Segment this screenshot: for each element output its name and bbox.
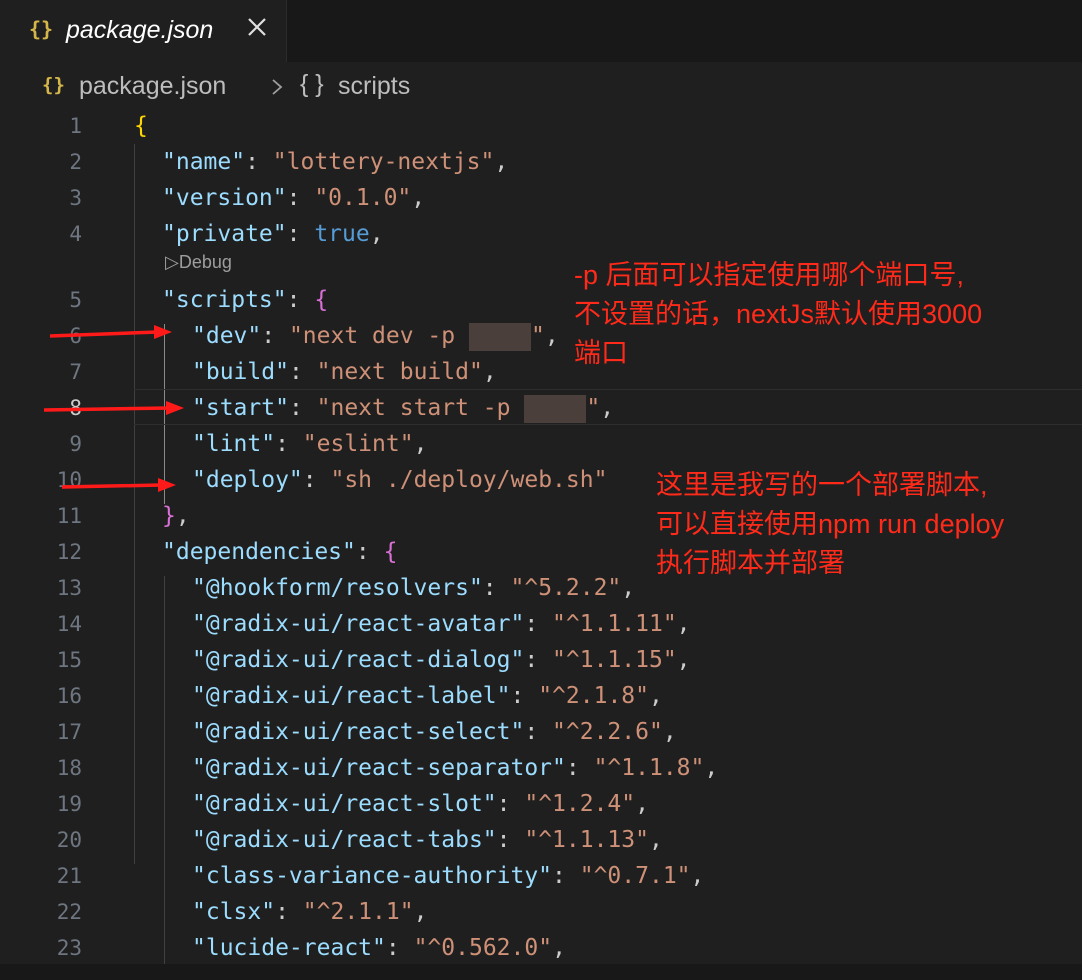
code-text: "@hookform/resolvers": "^5.2.2",: [192, 575, 636, 601]
line-number: 12: [56, 540, 82, 564]
code-line: 16 "@radix-ui/react-label": "^2.1.8",: [0, 678, 1082, 714]
code-line: 4 "private": true,: [0, 216, 1082, 252]
code-text: "scripts": {: [162, 287, 329, 313]
codelens-label: Debug: [178, 252, 232, 272]
code-text: "dependencies": {: [162, 539, 398, 565]
code-text: "private": true,: [162, 221, 384, 247]
code-line: 18 "@radix-ui/react-separator": "^1.1.8"…: [0, 750, 1082, 786]
code-text: "@radix-ui/react-separator": "^1.1.8",: [192, 755, 719, 781]
annotation-arrow-icon: [43, 401, 184, 415]
annotation-arrow-icon: [61, 478, 176, 492]
annotation-line: 不设置的话，nextJs默认使用3000: [574, 299, 983, 329]
line-number: 7: [69, 360, 82, 384]
breadcrumb-file[interactable]: package.json: [79, 72, 226, 101]
code-text: "version": "0.1.0",: [162, 185, 426, 211]
object-icon: { }: [300, 70, 324, 98]
line-number: 9: [69, 432, 82, 456]
code-text: "start": "next start -p ",: [192, 394, 615, 423]
annotation-line: 这里是我写的一个部署脚本,: [656, 470, 988, 500]
code-line: 20 "@radix-ui/react-tabs": "^1.1.13",: [0, 822, 1082, 858]
breadcrumb-section[interactable]: scripts: [338, 72, 410, 101]
line-number: 3: [69, 186, 82, 210]
code-line: 1 {: [0, 108, 1082, 144]
code-text: "build": "next build",: [192, 359, 497, 385]
line-number: 2: [69, 150, 82, 174]
code-line: 22 "clsx": "^2.1.1",: [0, 894, 1082, 930]
code-line: 21 "class-variance-authority": "^0.7.1",: [0, 858, 1082, 894]
code-line: 2 "name": "lottery-nextjs",: [0, 144, 1082, 180]
code-text: "name": "lottery-nextjs",: [162, 149, 509, 175]
annotation-arrow-icon: [49, 325, 172, 339]
code-line: 17 "@radix-ui/react-select": "^2.2.6",: [0, 714, 1082, 750]
line-number: 11: [56, 504, 82, 528]
tab-label: package.json: [66, 16, 214, 44]
breadcrumb: {} package.json { } scripts: [0, 62, 1082, 108]
line-number: 14: [56, 612, 82, 636]
redacted-port: [468, 322, 531, 351]
json-file-icon: {}: [42, 74, 65, 96]
code-text: },: [162, 503, 190, 529]
code-text: {: [134, 113, 148, 139]
line-number: 4: [69, 222, 82, 246]
code-text: "@radix-ui/react-label": "^2.1.8",: [192, 683, 663, 709]
redacted-port: [524, 394, 587, 423]
line-number: 23: [56, 936, 82, 960]
line-number: 21: [56, 864, 82, 888]
code-text: "@radix-ui/react-select": "^2.2.6",: [192, 719, 677, 745]
close-icon[interactable]: [246, 16, 268, 38]
line-number: 16: [56, 684, 82, 708]
code-text: "lint": "eslint",: [192, 431, 428, 457]
line-number: 13: [56, 576, 82, 600]
deploy-annotation: 这里是我写的一个部署脚本, 可以直接使用npm run deploy 执行脚本并…: [656, 466, 1004, 583]
code-line: 15 "@radix-ui/react-dialog": "^1.1.15",: [0, 642, 1082, 678]
tab-package-json[interactable]: {} package.json: [0, 0, 287, 62]
code-text: "lucide-react": "^0.562.0",: [192, 935, 566, 961]
annotation-line: -p 后面可以指定使用哪个端口号,: [574, 260, 965, 290]
json-file-icon: {}: [29, 17, 54, 41]
tab-bar: {} package.json: [0, 0, 1082, 62]
chevron-right-icon: [272, 79, 283, 95]
code-text: "deploy": "sh ./deploy/web.sh": [192, 467, 608, 493]
debug-codelens[interactable]: ▷Debug: [165, 252, 232, 273]
annotation-line: 执行脚本并部署: [656, 548, 845, 578]
line-number: 19: [56, 792, 82, 816]
code-line: 14 "@radix-ui/react-avatar": "^1.1.11",: [0, 606, 1082, 642]
code-text: "@radix-ui/react-tabs": "^1.1.13",: [192, 827, 663, 853]
code-text: "clsx": "^2.1.1",: [192, 899, 428, 925]
line-number: 1: [69, 114, 82, 138]
line-number: 22: [56, 900, 82, 924]
line-number: 15: [56, 648, 82, 672]
code-text: "@radix-ui/react-dialog": "^1.1.15",: [192, 647, 691, 673]
code-line: 9 "lint": "eslint",: [0, 426, 1082, 462]
code-line: 3 "version": "0.1.0",: [0, 180, 1082, 216]
code-line: 19 "@radix-ui/react-slot": "^1.2.4",: [0, 786, 1082, 822]
line-number: 5: [69, 288, 82, 312]
code-text: "@radix-ui/react-avatar": "^1.1.11",: [192, 611, 691, 637]
line-number: 18: [56, 756, 82, 780]
annotation-line: 可以直接使用npm run deploy: [656, 509, 1005, 539]
code-line: 23 "lucide-react": "^0.562.0",: [0, 930, 1082, 966]
annotation-line: 端口: [574, 338, 628, 368]
code-text: "dev": "next dev -p ",: [192, 322, 559, 351]
code-text: "@radix-ui/react-slot": "^1.2.4",: [192, 791, 649, 817]
line-number: 20: [56, 828, 82, 852]
bottom-panel-edge: [0, 964, 1082, 980]
code-text: "class-variance-authority": "^0.7.1",: [192, 863, 705, 889]
port-annotation: -p 后面可以指定使用哪个端口号, 不设置的话，nextJs默认使用3000 端…: [574, 256, 982, 373]
line-number: 17: [56, 720, 82, 744]
